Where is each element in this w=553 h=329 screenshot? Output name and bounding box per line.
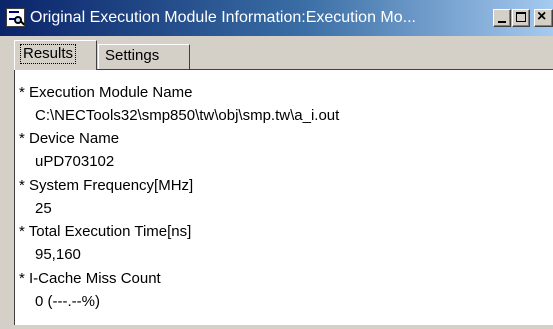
close-button[interactable]: × (534, 8, 553, 27)
app-magnifier-icon[interactable] (6, 8, 25, 27)
tab-settings[interactable]: Settings (98, 44, 190, 69)
minimize-icon (498, 21, 506, 23)
tab-results-label: Results (20, 44, 77, 64)
panel-bottom-border (14, 325, 553, 329)
device-name-heading: * Device Name (19, 130, 120, 147)
system-frequency-value: 25 (35, 200, 52, 217)
execution-module-name-heading: * Execution Module Name (19, 84, 193, 101)
title-bar[interactable]: Original Execution Module Information:Ex… (0, 0, 553, 36)
close-icon: × (537, 8, 547, 25)
execution-module-name-value: C:\NECTools32\smp850\tw\obj\smp.tw\a_i.o… (35, 107, 340, 124)
window-title: Original Execution Module Information:Ex… (30, 9, 416, 26)
maximize-icon (516, 12, 526, 22)
minimize-button[interactable] (493, 9, 511, 27)
icache-miss-count-value: 0 (---.--%) (35, 293, 100, 310)
system-frequency-heading: * System Frequency[MHz] (19, 177, 194, 194)
maximize-button[interactable] (512, 9, 530, 27)
results-panel: * Execution Module Name C:\NECTools32\sm… (14, 69, 553, 325)
device-name-value: uPD703102 (35, 153, 115, 170)
icache-miss-count-heading: * I-Cache Miss Count (19, 270, 161, 287)
tab-settings-label: Settings (105, 47, 160, 64)
tab-results[interactable]: Results (14, 40, 97, 70)
total-execution-time-heading: * Total Execution Time[ns] (19, 223, 192, 240)
execution-info-window: Original Execution Module Information:Ex… (0, 0, 553, 329)
total-execution-time-value: 95,160 (35, 246, 81, 263)
